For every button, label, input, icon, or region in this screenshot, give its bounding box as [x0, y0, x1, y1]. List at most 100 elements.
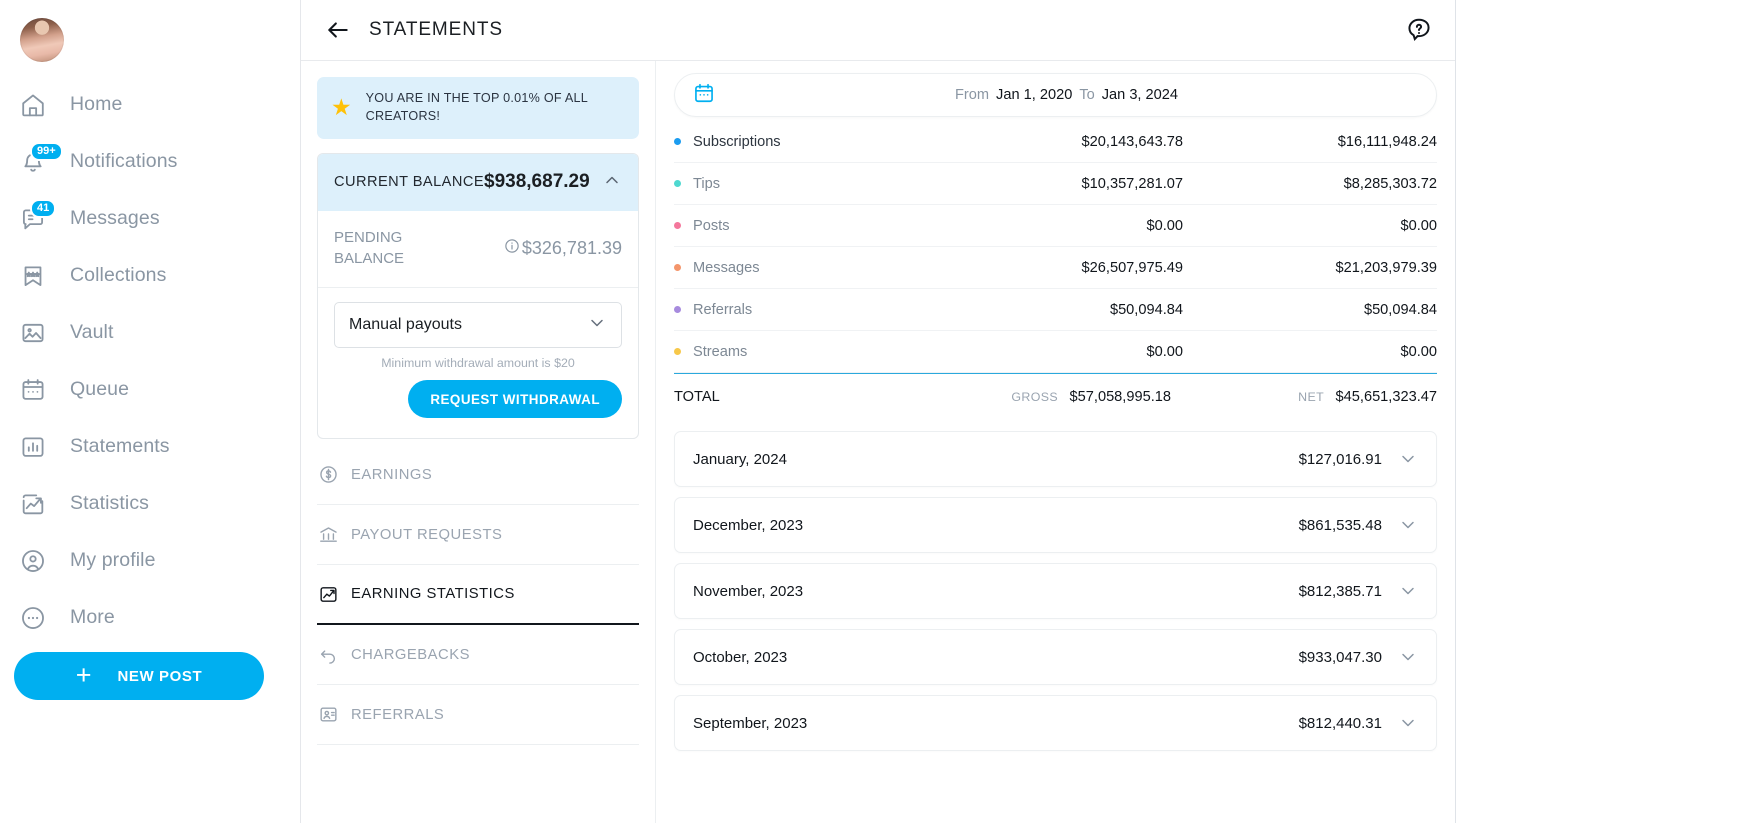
month-amount: $812,440.31 [1298, 714, 1382, 732]
minimum-withdrawal-note: Minimum withdrawal amount is $20 [381, 356, 575, 371]
sidebar-item-label: Statistics [70, 492, 150, 514]
chevron-down-icon[interactable] [1398, 647, 1418, 667]
submenu-item-referrals[interactable]: REFERRALS [317, 685, 639, 746]
date-to-value[interactable]: Jan 3, 2024 [1102, 87, 1178, 103]
chevron-down-icon[interactable] [1398, 515, 1418, 535]
sidebar-item-queue[interactable]: Queue [18, 361, 300, 418]
star-icon: ★ [331, 94, 352, 121]
month-statement-row[interactable]: December, 2023 $861,535.48 [674, 497, 1437, 553]
chevron-down-icon[interactable] [1398, 449, 1418, 469]
top-creator-banner: ★ YOU ARE IN THE TOP 0.01% OF ALL CREATO… [317, 77, 639, 139]
right-empty-pane [1456, 0, 1737, 823]
dollar-circle-icon [317, 464, 339, 486]
body-area: ★ YOU ARE IN THE TOP 0.01% OF ALL CREATO… [301, 61, 1455, 823]
sidebar-item-label: Messages [70, 207, 160, 229]
sidebar-item-more[interactable]: More [18, 589, 300, 646]
summary-row: Tips $10,357,281.07 $8,285,303.72 [674, 163, 1437, 205]
chevron-down-icon[interactable] [1398, 581, 1418, 601]
summary-gross: $50,094.84 [1109, 301, 1183, 318]
sidebar-item-statements[interactable]: Statements [18, 418, 300, 475]
month-statement-row[interactable]: October, 2023 $933,047.30 [674, 629, 1437, 685]
calendar-icon [18, 375, 48, 405]
category-color-dot [674, 306, 681, 313]
submenu-item-label: PAYOUT REQUESTS [351, 526, 503, 543]
summary-category: Posts [693, 217, 730, 234]
summary-net: $21,203,979.39 [1335, 259, 1437, 276]
chart-image-icon [317, 583, 339, 605]
month-statement-row[interactable]: November, 2023 $812,385.71 [674, 563, 1437, 619]
month-label: December, 2023 [693, 516, 804, 534]
balance-panel: ★ YOU ARE IN THE TOP 0.01% OF ALL CREATO… [301, 61, 656, 823]
date-range-text: From Jan 1, 2020 To Jan 3, 2024 [715, 87, 1418, 103]
chevron-up-icon[interactable] [602, 170, 622, 195]
back-arrow-icon[interactable] [325, 17, 351, 43]
summary-category: Referrals [693, 301, 753, 318]
summary-net: $0.00 [1400, 217, 1437, 234]
summary-gross: $26,507,975.49 [1081, 259, 1183, 276]
sidebar-item-notifications[interactable]: 99+ Notifications [18, 133, 300, 190]
pending-balance-amount: $326,781.39 [521, 237, 622, 258]
sidebar-item-messages[interactable]: 41 Messages [18, 190, 300, 247]
chevron-down-icon[interactable] [1398, 713, 1418, 733]
bank-icon [317, 524, 339, 546]
submenu-item-label: EARNINGS [351, 466, 433, 483]
summary-category: Subscriptions [693, 133, 781, 150]
user-circle-icon [18, 546, 48, 576]
ellipsis-circle-icon [18, 603, 48, 633]
total-net-caption: NET [1298, 389, 1325, 404]
month-amount: $812,385.71 [1298, 582, 1382, 600]
sidebar-item-vault[interactable]: Vault [18, 304, 300, 361]
monthly-statements-list: January, 2024 $127,016.91 December, 2023 $8… [674, 431, 1437, 751]
payout-mode-select[interactable]: Manual payouts [334, 302, 622, 349]
info-icon[interactable] [504, 238, 520, 259]
pending-balance-row: PENDING BALANCE $326,781.39 [318, 211, 638, 289]
category-color-dot [674, 180, 681, 187]
pending-balance-value-wrap: $326,781.39 [504, 238, 622, 259]
trend-chart-icon [18, 489, 48, 519]
total-net-value: $45,651,323.47 [1335, 388, 1437, 405]
submenu-item-chargebacks[interactable]: CHARGEBACKS [317, 625, 639, 686]
chevron-down-icon [587, 313, 607, 338]
help-bubble-icon[interactable] [1405, 16, 1433, 44]
sidebar-item-label: Statements [70, 435, 170, 457]
payout-select-wrap: Manual payouts Minimum withdrawal amount… [318, 288, 638, 370]
pending-balance-label: PENDING BALANCE [334, 228, 405, 268]
category-color-dot [674, 264, 681, 271]
submenu-item-payout-requests[interactable]: PAYOUT REQUESTS [317, 505, 639, 566]
app-root: Home 99+ Notifications 41 Messages Collection… [0, 0, 1737, 823]
bookmark-stars-icon [18, 261, 48, 291]
month-amount: $861,535.48 [1298, 516, 1382, 534]
content-column: STATEMENTS ★ YOU ARE IN THE TOP 0.01% OF… [300, 0, 1456, 823]
request-withdrawal-button[interactable]: REQUEST WITHDRAWAL [408, 380, 622, 419]
date-range-picker[interactable]: From Jan 1, 2020 To Jan 3, 2024 [674, 73, 1437, 117]
month-statement-row[interactable]: September, 2023 $812,440.31 [674, 695, 1437, 751]
sidebar-item-home[interactable]: Home [18, 76, 300, 133]
sidebar-badge: 41 [30, 198, 57, 218]
date-from-value[interactable]: Jan 1, 2020 [996, 87, 1072, 103]
sidebar-item-collections[interactable]: Collections [18, 247, 300, 304]
current-balance-label: CURRENT BALANCE [334, 174, 485, 191]
category-color-dot [674, 222, 681, 229]
user-avatar[interactable] [20, 18, 64, 62]
earnings-summary-table: Subscriptions $20,143,643.78 $16,111,948.2… [674, 121, 1437, 373]
summary-gross: $0.00 [1146, 343, 1183, 360]
submenu-item-label: CHARGEBACKS [351, 646, 470, 663]
submenu-item-earnings[interactable]: EARNINGS [317, 445, 639, 506]
current-balance-header[interactable]: CURRENT BALANCE $938,687.29 [318, 153, 638, 211]
new-post-button[interactable]: + NEW POST [14, 652, 264, 700]
bar-chart-icon [18, 432, 48, 462]
home-icon [18, 90, 48, 120]
month-label: September, 2023 [693, 714, 808, 732]
submenu-item-label: EARNING STATISTICS [351, 586, 515, 603]
summary-row: Referrals $50,094.84 $50,094.84 [674, 289, 1437, 331]
summary-row: Streams $0.00 $0.00 [674, 331, 1437, 373]
submenu-item-earning-statistics[interactable]: EARNING STATISTICS [317, 565, 639, 626]
total-gross-value: $57,058,995.18 [1069, 388, 1171, 405]
summary-category: Streams [693, 343, 748, 360]
sidebar-item-label: Home [70, 93, 123, 115]
summary-net: $50,094.84 [1363, 301, 1437, 318]
sidebar-item-statistics[interactable]: Statistics [18, 475, 300, 532]
month-statement-row[interactable]: January, 2024 $127,016.91 [674, 431, 1437, 487]
sidebar-item-my-profile[interactable]: My profile [18, 532, 300, 589]
sidebar-item-label: My profile [70, 549, 156, 571]
